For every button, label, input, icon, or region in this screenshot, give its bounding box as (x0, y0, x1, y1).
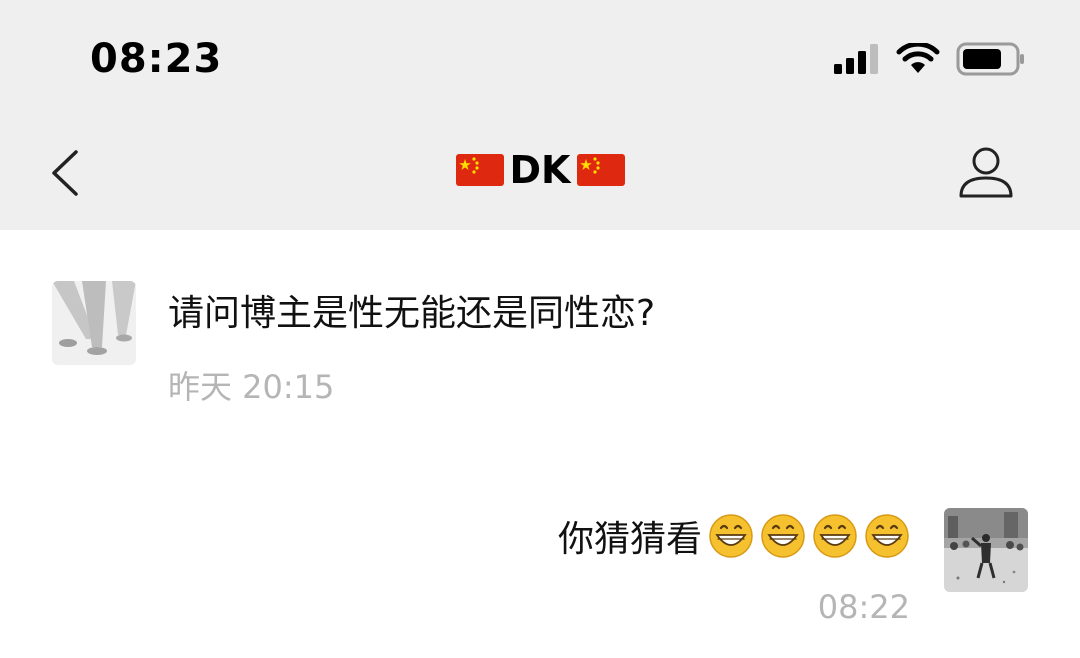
grinning-face-icon (761, 514, 805, 558)
reply-message: 你猜猜看 (558, 510, 910, 562)
my-avatar[interactable] (944, 508, 1028, 592)
person-icon[interactable] (956, 144, 1016, 200)
china-flag-icon (576, 154, 625, 186)
grinning-face-icon (813, 514, 857, 558)
china-flag-icon (455, 154, 504, 186)
battery-icon (956, 42, 1024, 76)
top-bar: 08:23 DK (0, 0, 1080, 230)
message-text: 请问博主是性无能还是同性恋? (168, 293, 656, 334)
page-title: DK (0, 148, 1080, 192)
spotlight-avatar (52, 281, 136, 365)
grinning-face-icon (709, 514, 753, 558)
contact-name: DK (509, 148, 571, 192)
status-icons (834, 42, 1026, 76)
status-time: 08:23 (90, 36, 223, 82)
wifi-icon (896, 43, 940, 73)
grinning-face-icon (865, 514, 909, 558)
message-timestamp: 昨天 20:15 (168, 368, 335, 406)
emoji-group (708, 513, 910, 559)
cellular-signal-icon (834, 44, 878, 74)
sender-avatar[interactable] (52, 281, 136, 365)
photo-avatar (944, 508, 1028, 592)
message-text: 你猜猜看 (557, 519, 702, 560)
message-timestamp: 08:22 (817, 588, 910, 626)
